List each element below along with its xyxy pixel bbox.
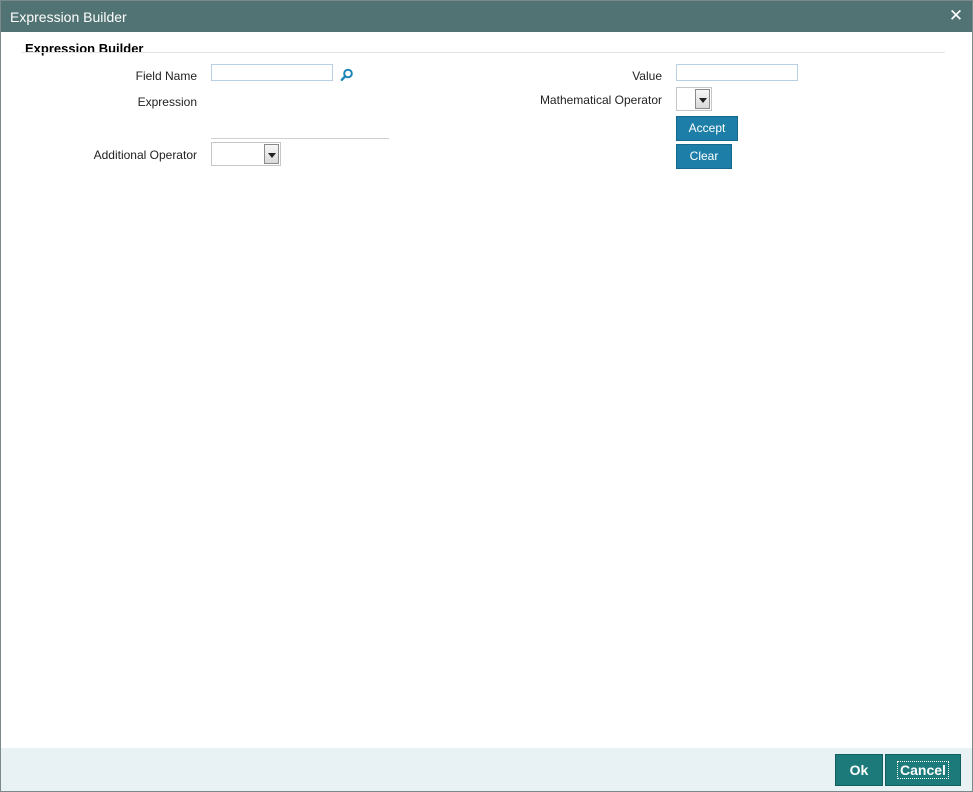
ok-button-label: Ok	[849, 762, 869, 778]
value-label: Value	[632, 69, 662, 83]
ok-button[interactable]: Ok	[835, 754, 883, 786]
section-divider	[21, 52, 945, 53]
accept-button[interactable]: Accept	[676, 116, 738, 141]
mathematical-operator-select[interactable]	[676, 87, 712, 111]
window-title: Expression Builder	[10, 9, 127, 25]
cancel-button-label: Cancel	[897, 761, 949, 779]
value-input[interactable]	[676, 64, 798, 81]
clear-button[interactable]: Clear	[676, 144, 732, 169]
field-name-input[interactable]	[211, 64, 333, 81]
dialog-footer: Ok Cancel	[1, 748, 972, 791]
additional-operator-label: Additional Operator	[93, 148, 197, 162]
close-icon[interactable]: ✕	[946, 6, 966, 26]
field-name-label: Field Name	[135, 69, 197, 83]
chevron-down-icon[interactable]	[264, 144, 279, 164]
mathematical-operator-label: Mathematical Operator	[539, 93, 662, 107]
expression-label: Expression	[137, 95, 197, 109]
title-bar: Expression Builder ✕	[1, 1, 972, 32]
expression-builder-window: Expression Builder ✕ Expression Builder …	[0, 0, 973, 792]
search-icon[interactable]	[340, 68, 354, 82]
additional-operator-select[interactable]	[211, 142, 281, 166]
chevron-down-icon[interactable]	[695, 89, 710, 109]
expression-display	[211, 138, 389, 139]
section-header: Expression Builder	[25, 41, 144, 56]
cancel-button[interactable]: Cancel	[885, 754, 961, 786]
